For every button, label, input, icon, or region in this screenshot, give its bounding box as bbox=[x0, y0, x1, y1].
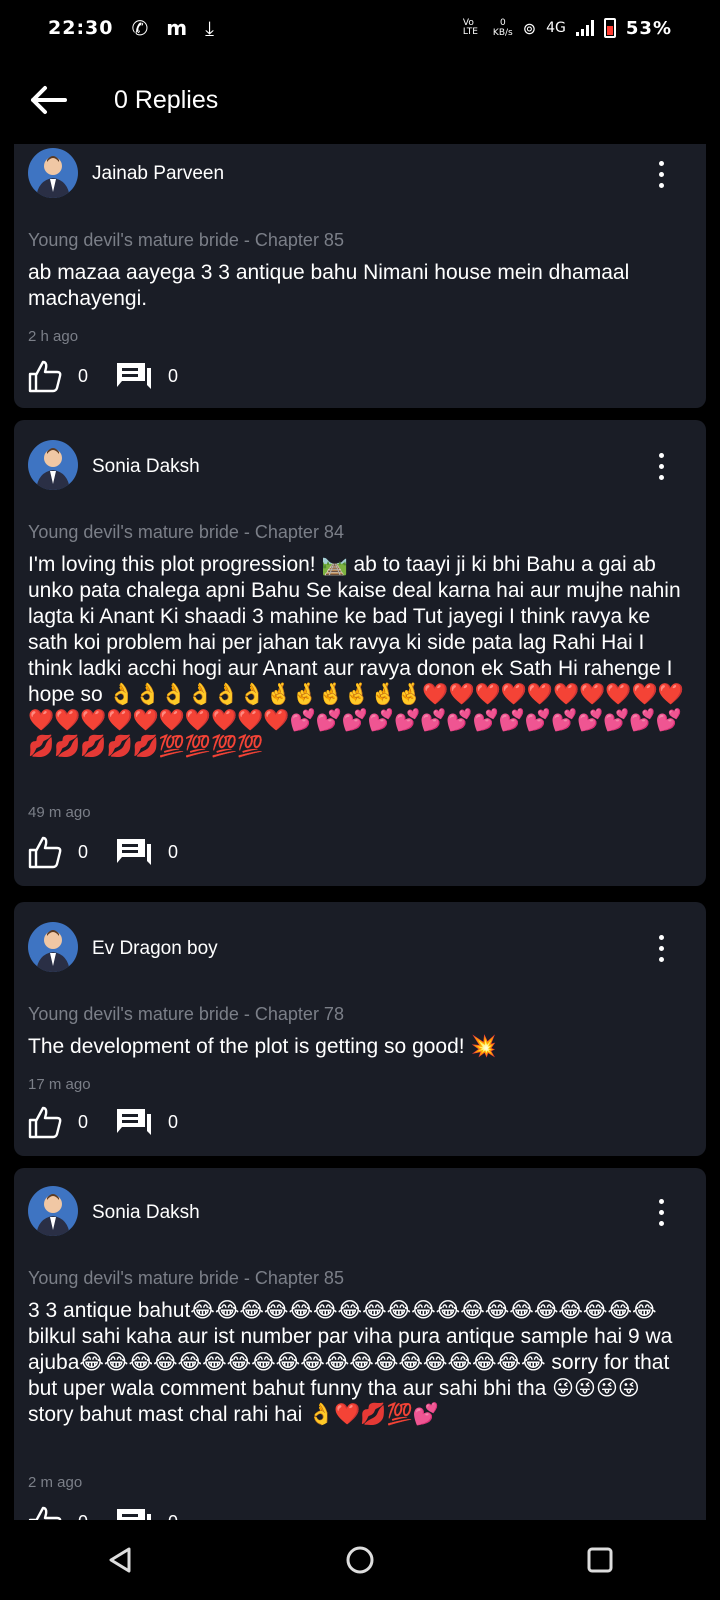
battery-level: 53% bbox=[625, 17, 672, 39]
avatar[interactable] bbox=[28, 148, 78, 198]
thumbs-up-icon bbox=[28, 360, 62, 393]
comment-card: Sonia Daksh Young devil's mature bride -… bbox=[14, 420, 706, 886]
more-vertical-icon bbox=[658, 1198, 664, 1204]
like-button[interactable]: 0 bbox=[28, 835, 88, 869]
signal-icon bbox=[575, 20, 594, 36]
more-options-button[interactable] bbox=[646, 154, 676, 194]
hotspot-icon: ⊚ bbox=[522, 18, 537, 38]
like-count: 0 bbox=[78, 1111, 89, 1132]
like-count: 0 bbox=[78, 365, 89, 386]
more-options-button[interactable] bbox=[646, 446, 676, 486]
comment-time: 2 m ago bbox=[28, 1474, 83, 1491]
reply-button[interactable]: 0 bbox=[116, 1508, 178, 1520]
more-options-button[interactable] bbox=[646, 1192, 676, 1232]
comment-text: The development of the plot is getting s… bbox=[28, 1035, 497, 1058]
comment-list[interactable]: Jainab Parveen Young devil's mature brid… bbox=[14, 144, 706, 1520]
reply-button[interactable]: 0 bbox=[116, 362, 178, 390]
comment-text: 3 3 antique bahut😂😂😂😂😂😂😂😂😂😂😂😂😂😂😂😂😂😂😂 bil… bbox=[28, 1299, 673, 1426]
like-button[interactable]: 0 bbox=[28, 359, 88, 393]
reply-count: 0 bbox=[168, 841, 179, 862]
comment-actions: 0 0 bbox=[28, 1502, 206, 1520]
system-nav-bar bbox=[0, 1520, 720, 1600]
chapter-link[interactable]: Young devil's mature bride - Chapter 78 bbox=[28, 1004, 344, 1025]
network-type: 4G bbox=[546, 20, 566, 36]
user-avatar-icon bbox=[36, 1194, 70, 1236]
square-recents-icon bbox=[587, 1547, 613, 1573]
more-vertical-icon bbox=[658, 160, 664, 166]
like-count: 0 bbox=[78, 841, 89, 862]
comment-text: ab mazaa aayega 3 3 antique bahu Nimani … bbox=[28, 261, 630, 310]
reply-count: 0 bbox=[168, 365, 179, 386]
reply-button[interactable]: 0 bbox=[116, 838, 178, 866]
reply-count: 0 bbox=[168, 1512, 178, 1521]
comment-actions: 0 0 bbox=[28, 832, 206, 872]
like-button[interactable]: 0 bbox=[28, 1505, 88, 1520]
comment-text: I'm loving this plot progression! 🛤️ ab … bbox=[28, 553, 684, 758]
comment-icon bbox=[117, 363, 152, 389]
triangle-back-icon bbox=[109, 1547, 131, 1573]
top-app-bar: 0 Replies bbox=[0, 56, 720, 144]
avatar[interactable] bbox=[28, 440, 78, 490]
thumbs-up-icon bbox=[28, 1506, 62, 1520]
volte-indicator: Vo LTE bbox=[462, 18, 478, 37]
author-name[interactable]: Ev Dragon boy bbox=[92, 938, 218, 960]
avatar[interactable] bbox=[28, 922, 78, 972]
more-vertical-icon bbox=[658, 934, 664, 940]
comment-actions: 0 0 bbox=[28, 356, 206, 396]
nav-recents-button[interactable] bbox=[570, 1530, 630, 1590]
comment-actions: 0 0 bbox=[28, 1102, 206, 1142]
chapter-link[interactable]: Young devil's mature bride - Chapter 85 bbox=[28, 1268, 344, 1289]
author-name[interactable]: Jainab Parveen bbox=[92, 163, 224, 185]
author-name[interactable]: Sonia Daksh bbox=[92, 1202, 200, 1224]
status-time: 22:30 bbox=[48, 17, 114, 39]
thumbs-up-icon bbox=[28, 1106, 62, 1139]
like-button[interactable]: 0 bbox=[28, 1105, 88, 1139]
network-speed: 0 KB/s bbox=[492, 18, 513, 38]
comment-icon bbox=[117, 839, 152, 865]
author-name[interactable]: Sonia Daksh bbox=[92, 456, 200, 478]
nav-back-button[interactable] bbox=[90, 1530, 150, 1590]
comment-time: 2 h ago bbox=[28, 328, 79, 345]
comment-icon bbox=[117, 1109, 152, 1135]
more-vertical-icon bbox=[658, 452, 664, 458]
page-title: 0 Replies bbox=[114, 85, 219, 114]
user-avatar-icon bbox=[36, 448, 70, 490]
user-avatar-icon bbox=[36, 930, 70, 972]
reply-count: 0 bbox=[168, 1111, 179, 1132]
whatsapp-icon: ✆ bbox=[131, 16, 149, 40]
status-bar: 22:30 ✆ m ⤓ Vo LTE 0 KB/s ⊚ 4G 53% bbox=[0, 0, 720, 56]
arrow-left-icon bbox=[31, 86, 67, 114]
user-avatar-icon bbox=[36, 156, 70, 198]
reply-button[interactable]: 0 bbox=[116, 1108, 178, 1136]
chapter-link[interactable]: Young devil's mature bride - Chapter 84 bbox=[28, 522, 344, 543]
comment-card: Sonia Daksh Young devil's mature bride -… bbox=[14, 1168, 706, 1520]
more-options-button[interactable] bbox=[646, 928, 676, 968]
battery-icon bbox=[603, 18, 616, 38]
download-icon: ⤓ bbox=[205, 16, 214, 40]
comment-icon bbox=[117, 1509, 152, 1520]
comment-time: 49 m ago bbox=[28, 804, 91, 821]
like-count: 0 bbox=[78, 1512, 88, 1521]
thumbs-up-icon bbox=[28, 836, 62, 869]
app-notification-icon: m bbox=[166, 16, 188, 40]
back-button[interactable] bbox=[18, 70, 78, 130]
circle-home-icon bbox=[346, 1546, 374, 1574]
comment-card: Jainab Parveen Young devil's mature brid… bbox=[14, 144, 706, 408]
avatar[interactable] bbox=[28, 1186, 78, 1236]
chapter-link[interactable]: Young devil's mature bride - Chapter 85 bbox=[28, 230, 344, 251]
comment-time: 17 m ago bbox=[28, 1076, 91, 1093]
comment-card: Ev Dragon boy Young devil's mature bride… bbox=[14, 902, 706, 1156]
nav-home-button[interactable] bbox=[330, 1530, 390, 1590]
